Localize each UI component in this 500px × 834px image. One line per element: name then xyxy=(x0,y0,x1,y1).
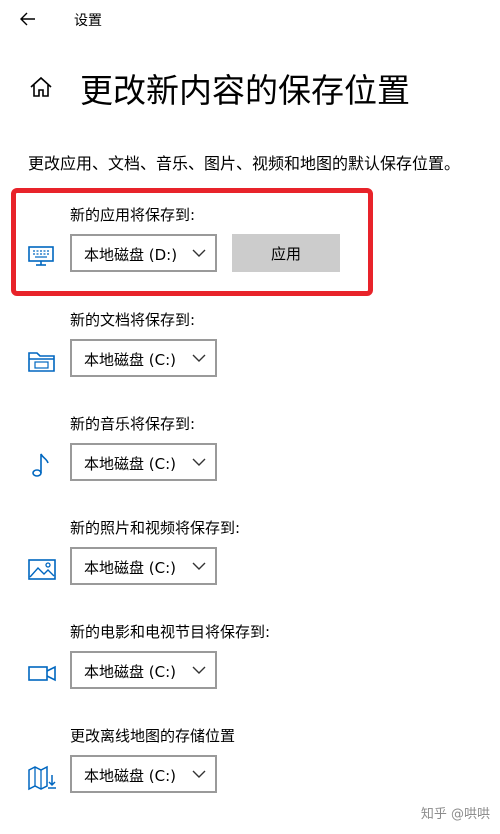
home-icon xyxy=(30,76,52,97)
section-photos: 新的照片和视频将保存到: 本地磁盘 (C:) xyxy=(0,517,500,597)
chevron-down-icon xyxy=(192,666,206,674)
chevron-down-icon xyxy=(192,770,206,778)
map-download-icon xyxy=(26,763,58,791)
save-location-dropdown-maps[interactable]: 本地磁盘 (C:) xyxy=(70,755,217,793)
title-bar: 设置 xyxy=(0,0,500,40)
picture-icon xyxy=(26,555,58,583)
window-title: 设置 xyxy=(74,13,102,29)
dropdown-value: 本地磁盘 (C:) xyxy=(84,559,176,577)
dropdown-value: 本地磁盘 (C:) xyxy=(84,351,176,369)
watermark: 知乎 @哄哄 xyxy=(420,807,490,822)
dropdown-value: 本地磁盘 (C:) xyxy=(84,767,176,785)
chevron-down-icon xyxy=(192,354,206,362)
section-label: 新的电影和电视节目将保存到: xyxy=(70,623,271,641)
chevron-down-icon xyxy=(192,458,206,466)
music-note-icon xyxy=(26,451,58,479)
save-location-dropdown-music[interactable]: 本地磁盘 (C:) xyxy=(70,443,217,481)
save-location-dropdown-photos[interactable]: 本地磁盘 (C:) xyxy=(70,547,217,585)
section-label: 更改离线地图的存储位置 xyxy=(70,727,236,745)
save-location-dropdown-documents[interactable]: 本地磁盘 (C:) xyxy=(70,339,217,377)
section-label: 新的文档将保存到: xyxy=(70,311,196,329)
section-label: 新的照片和视频将保存到: xyxy=(70,519,241,537)
page-description: 更改应用、文档、音乐、图片、视频和地图的默认保存位置。 xyxy=(28,154,461,173)
dropdown-value: 本地磁盘 (C:) xyxy=(84,663,176,681)
home-button[interactable] xyxy=(28,74,54,100)
folder-icon xyxy=(26,347,58,375)
video-camera-icon xyxy=(26,659,58,687)
section-offline-maps: 更改离线地图的存储位置 本地磁盘 (C:) xyxy=(0,725,500,805)
section-documents: 新的文档将保存到: 本地磁盘 (C:) xyxy=(0,309,500,389)
save-location-dropdown-movies[interactable]: 本地磁盘 (C:) xyxy=(70,651,217,689)
section-label: 新的音乐将保存到: xyxy=(70,415,196,433)
back-button[interactable] xyxy=(16,6,42,32)
page-title: 更改新内容的保存位置 xyxy=(80,71,410,110)
section-music: 新的音乐将保存到: 本地磁盘 (C:) xyxy=(0,413,500,493)
highlight-annotation-box xyxy=(11,188,373,296)
back-arrow-icon xyxy=(20,12,35,26)
section-movies: 新的电影和电视节目将保存到: 本地磁盘 (C:) xyxy=(0,621,500,701)
chevron-down-icon xyxy=(192,562,206,570)
dropdown-value: 本地磁盘 (C:) xyxy=(84,455,176,473)
